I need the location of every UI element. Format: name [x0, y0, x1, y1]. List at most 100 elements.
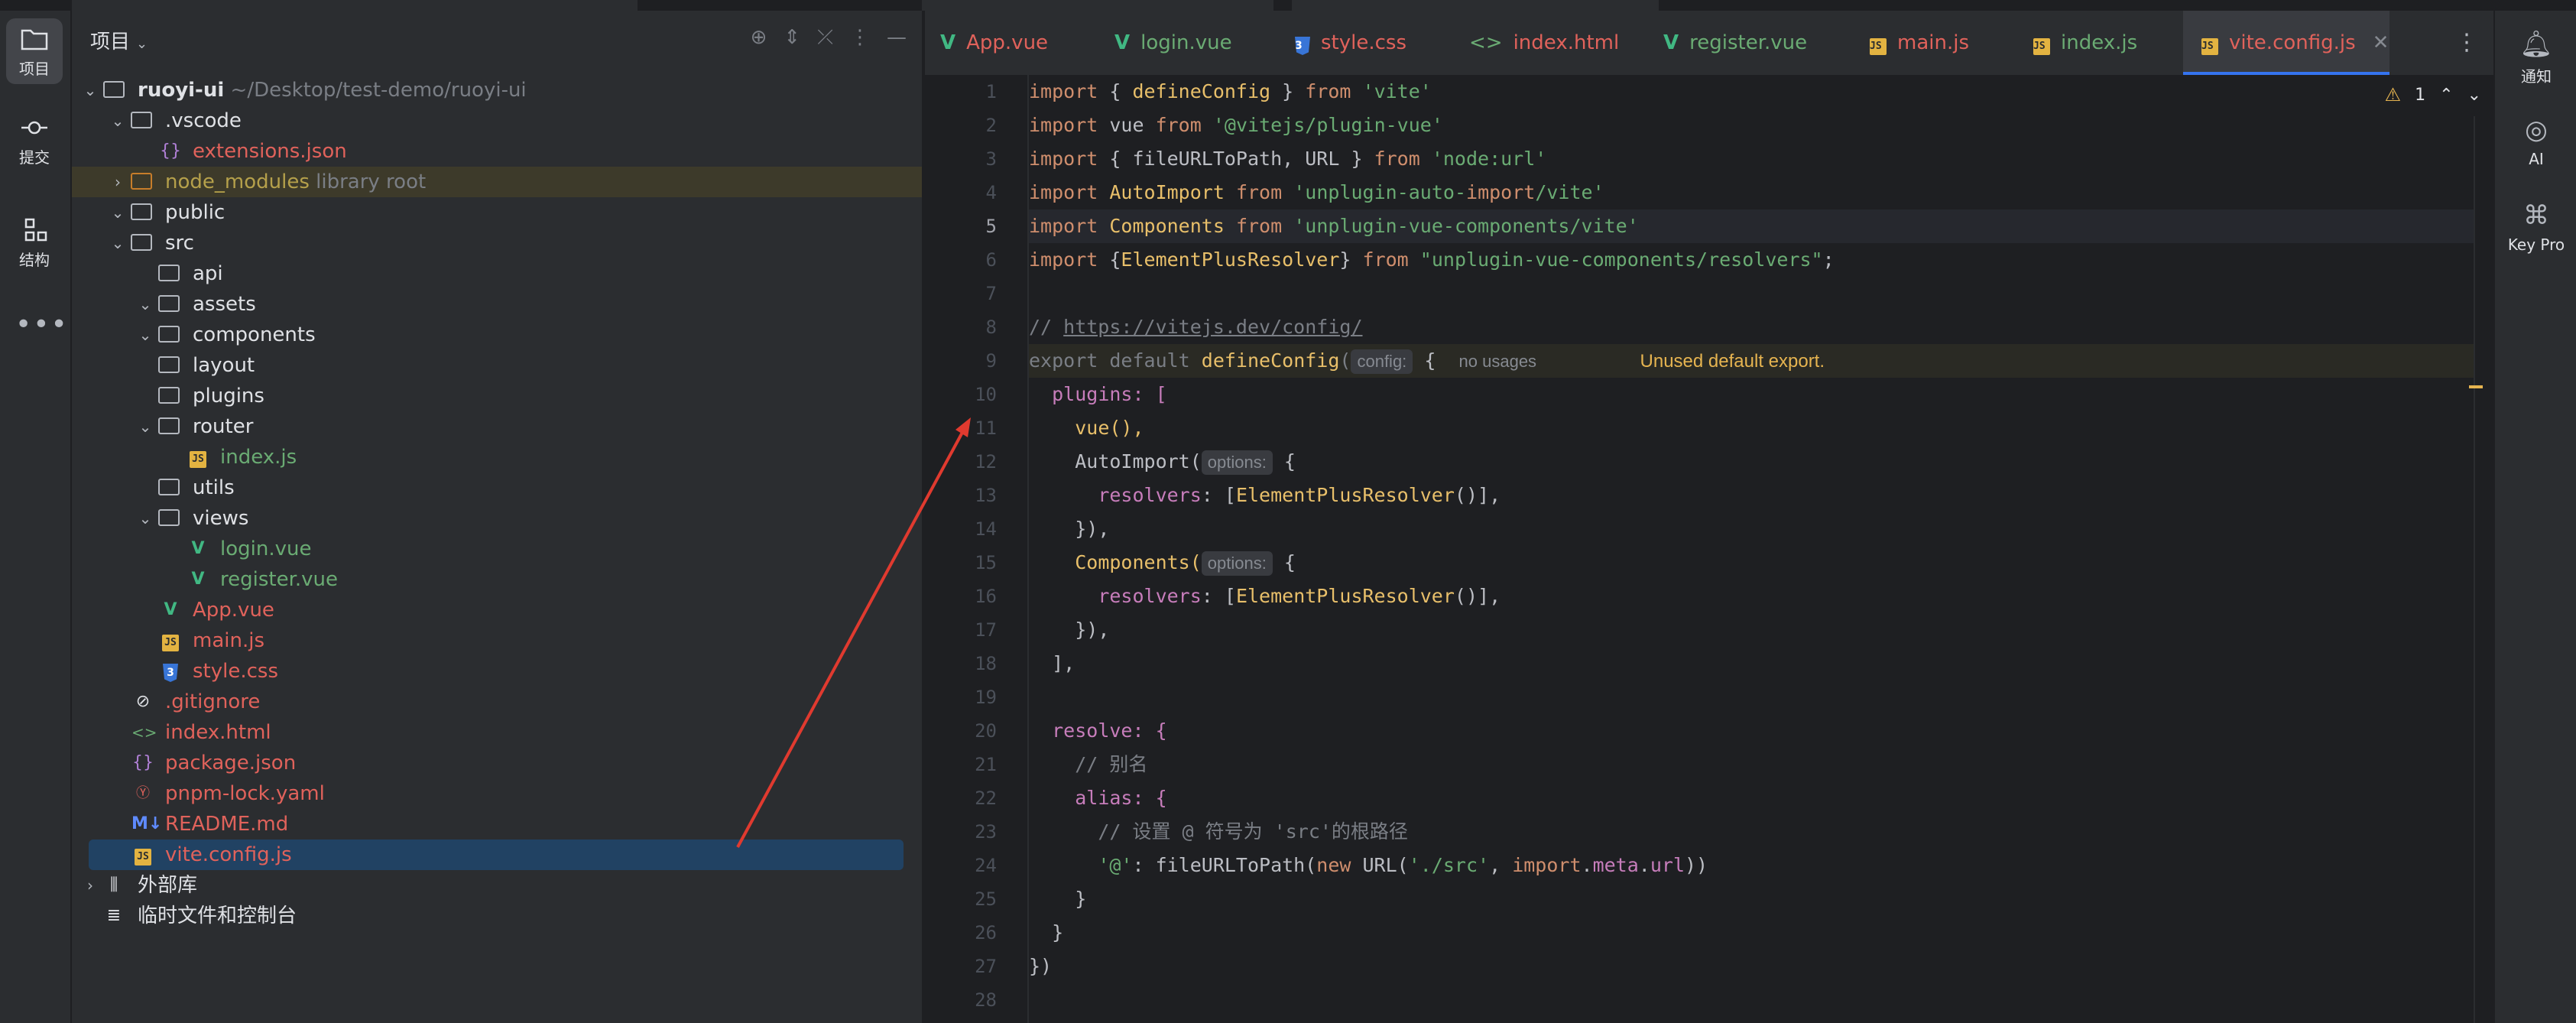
code-text: import { defineConfig } from 'vite'	[1029, 80, 1432, 102]
tree-item-api[interactable]: api	[72, 258, 922, 289]
unused-export-warning: Unused default export.	[1640, 351, 1825, 372]
line-number-gutter: 1 2 3 4 5 6 7 8 9 10 11 12 13 14 15 16 17 18 19 20 21 22 23 24 2…	[925, 75, 1029, 1023]
line-number: 2	[985, 115, 997, 136]
tree-item-router-index-js[interactable]: JS index.js	[72, 442, 922, 473]
project-panel-header[interactable]: 项目 ⌄	[90, 26, 148, 54]
code-text: resolvers: [ElementPlusResolver()],	[1098, 585, 1501, 607]
close-icon[interactable]: ✕	[2373, 31, 2389, 54]
tree-item-router[interactable]: ⌄ router	[72, 411, 922, 442]
line-number: 9	[985, 350, 997, 372]
commit-tool-button[interactable]: 提交	[6, 107, 63, 173]
chevron-down-icon[interactable]: ⌄	[2467, 86, 2481, 105]
top-strip-segment	[922, 0, 1273, 11]
tree-item-readme-md[interactable]: M↓ README.md	[72, 809, 922, 840]
scratch-icon: ≣	[106, 906, 122, 925]
line-number: 17	[975, 619, 997, 641]
options-menu-icon[interactable]: ⋮	[850, 26, 870, 50]
markdown-file-icon: M↓	[131, 814, 163, 833]
code-line-1: import { defineConfig } from 'vite'	[1029, 75, 2474, 109]
key-promoter-tool-button[interactable]: ⌘ Key Pro	[2495, 200, 2576, 254]
chevron-down-icon: ⌄	[111, 203, 125, 222]
code-line-24: '@': fileURLToPath(new URL('./src', impo…	[1029, 849, 2474, 882]
tree-item-utils[interactable]: utils	[72, 473, 922, 503]
tree-item-label: .gitignore	[165, 690, 261, 713]
tree-item-public[interactable]: ⌄ public	[72, 197, 922, 228]
docs-link[interactable]: https://vitejs.dev/config/	[1063, 316, 1362, 338]
tree-item-pnpm-lock-yaml[interactable]: Ⓨ pnpm-lock.yaml	[72, 778, 922, 809]
code-line-16: resolvers: [ElementPlusResolver()],	[1029, 580, 2474, 613]
tab-label: login.vue	[1140, 31, 1232, 54]
tree-item-register-vue[interactable]: V register.vue	[72, 564, 922, 595]
vue-file-icon: V	[191, 570, 205, 589]
line-number: 10	[975, 384, 997, 405]
editor-scrollbar[interactable]	[2474, 116, 2475, 1023]
tree-item-node-modules[interactable]: › node_modules library root	[72, 167, 922, 197]
tree-item-app-vue[interactable]: V App.vue	[72, 595, 922, 625]
chevron-up-icon[interactable]: ⌃	[2439, 86, 2453, 105]
tab-app-vue[interactable]: V App.vue	[940, 11, 1048, 75]
structure-tool-label: 结构	[19, 251, 50, 269]
html-file-icon: <>	[131, 723, 157, 742]
tree-item-external-libraries[interactable]: › ⫼ 外部库	[72, 870, 922, 901]
code-text: Components(	[1075, 551, 1202, 573]
notifications-tool-button[interactable]: 🔔︎ 通知	[2495, 29, 2576, 86]
code-line-12: AutoImport(options: {	[1029, 445, 2474, 479]
tab-login-vue[interactable]: Vlogin.vue	[1114, 11, 1232, 75]
tree-item-plugins[interactable]: plugins	[72, 381, 922, 411]
tree-item-package-json[interactable]: {} package.json	[72, 748, 922, 778]
chevron-down-icon: ⌄	[111, 112, 125, 130]
tree-item-vscode[interactable]: ⌄ .vscode	[72, 106, 922, 136]
tree-item-assets[interactable]: ⌄ assets	[72, 289, 922, 320]
folder-icon	[157, 473, 180, 503]
folder-icon	[130, 167, 153, 197]
tree-item-index-html[interactable]: <> index.html	[72, 717, 922, 748]
code-editor[interactable]: 1 2 3 4 5 6 7 8 9 10 11 12 13 14 15 16 17 18 19 20 21 22 23 24 2…	[925, 75, 2493, 1023]
locate-icon[interactable]: ⊕	[751, 26, 767, 50]
tree-item-label: vite.config.js	[165, 843, 292, 866]
tree-item-views[interactable]: ⌄ views	[72, 503, 922, 534]
tree-item-label: plugins	[193, 385, 264, 408]
code-text: import { fileURLToPath, URL } from 'node…	[1029, 148, 1547, 170]
tree-item-login-vue[interactable]: V login.vue	[72, 534, 922, 564]
line-number: 15	[975, 552, 997, 573]
tree-item-gitignore[interactable]: ⊘ .gitignore	[72, 687, 922, 717]
line-number: 1	[985, 81, 997, 102]
project-tool-button[interactable]: 项目	[6, 18, 63, 84]
tree-item-extensions-json[interactable]: {} extensions.json	[72, 136, 922, 167]
tree-item-main-js[interactable]: JS main.js	[72, 625, 922, 656]
warning-stripe-mark[interactable]	[2469, 385, 2483, 388]
tree-item-components[interactable]: ⌄ components	[72, 320, 922, 350]
tab-register-vue[interactable]: Vregister.vue	[1663, 11, 1807, 75]
tree-item-layout[interactable]: layout	[72, 350, 922, 381]
code-text: import Components from 'unplugin-vue-com…	[1029, 215, 1639, 237]
code-line-26: }	[1029, 916, 2474, 950]
ai-tool-button[interactable]: ◎ AI	[2495, 115, 2576, 168]
code-line-10: plugins: [	[1029, 378, 2474, 411]
minimize-icon[interactable]: —	[887, 26, 907, 50]
vue-file-icon: V	[164, 600, 177, 619]
structure-tool-button[interactable]: 结构	[6, 209, 63, 275]
usages-hint[interactable]: no usages	[1459, 352, 1537, 371]
tab-router-index-js[interactable]: JS index.js	[2033, 11, 2137, 75]
more-tools-button[interactable]: •••	[15, 309, 69, 340]
tree-item-scratches[interactable]: ≣ 临时文件和控制台	[72, 901, 922, 931]
folder-icon	[157, 289, 180, 320]
tab-index-html[interactable]: <> index.html	[1469, 11, 1619, 75]
expand-all-icon[interactable]: ⇕	[784, 26, 800, 50]
code-area[interactable]: import { defineConfig } from 'vite' impo…	[1029, 75, 2474, 1023]
param-hint: config:	[1351, 349, 1413, 374]
tab-vite-config-js[interactable]: JS vite.config.js ✕	[2183, 11, 2389, 75]
tree-item-style-css[interactable]: 3 style.css	[72, 656, 922, 687]
tree-item-src[interactable]: ⌄ src	[72, 228, 922, 258]
tab-main-js[interactable]: JS main.js	[1870, 11, 1969, 75]
tree-item-ruoyi-ui[interactable]: ⌄ ruoyi-ui ~/Desktop/test-demo/ruoyi-ui	[72, 75, 922, 106]
code-text: '@': fileURLToPath(new URL('./src', impo…	[1098, 854, 1708, 876]
tabs-more-icon[interactable]: ⋮	[2455, 11, 2478, 75]
folder-icon	[157, 258, 180, 289]
project-tool-label: 项目	[19, 60, 50, 78]
tree-item-vite-config-js[interactable]: JS vite.config.js	[89, 840, 904, 870]
inspection-widget[interactable]: ⚠ 1 ⌃ ⌄	[2385, 84, 2481, 106]
code-text: import AutoImport from 'unplugin-auto-im…	[1029, 181, 1604, 203]
tab-style-css[interactable]: 3 style.css	[1295, 11, 1406, 75]
collapse-all-icon[interactable]: ⤫	[817, 26, 833, 50]
